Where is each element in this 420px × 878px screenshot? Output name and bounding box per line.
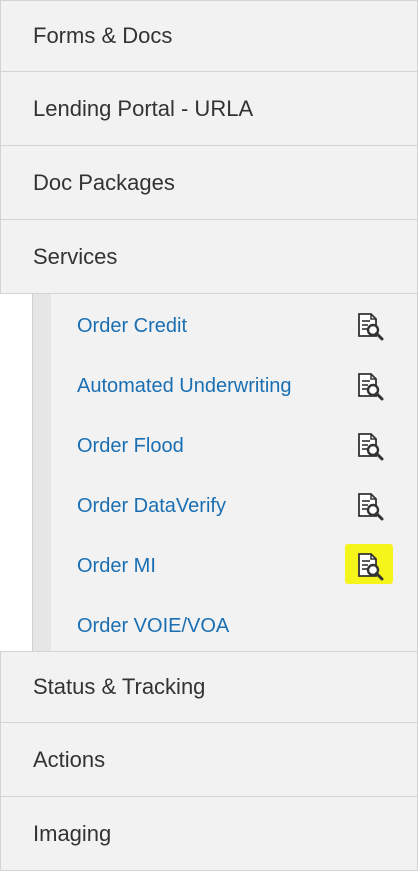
section-lending-portal-urla[interactable]: Lending Portal - URLA: [0, 72, 418, 146]
section-forms-docs[interactable]: Forms & Docs: [0, 0, 418, 72]
section-label: Services: [33, 243, 118, 269]
document-search-icon[interactable]: [355, 432, 385, 462]
section-label: Actions: [33, 746, 106, 772]
services-submenu: Order Credit Automated Underwriting Orde…: [32, 294, 418, 651]
document-search-icon[interactable]: [355, 312, 385, 342]
services-item-order-flood: Order Flood: [51, 416, 417, 476]
section-doc-packages[interactable]: Doc Packages: [0, 146, 418, 220]
services-item-order-credit: Order Credit: [51, 296, 417, 356]
section-status-tracking[interactable]: Status & Tracking: [0, 651, 418, 723]
document-search-icon[interactable]: [355, 552, 385, 582]
services-item-automated-underwriting: Automated Underwriting: [51, 356, 417, 416]
order-dataverify-link[interactable]: Order DataVerify: [77, 495, 226, 518]
section-actions[interactable]: Actions: [0, 723, 418, 797]
left-navigation-panel: Forms & Docs Lending Portal - URLA Doc P…: [0, 0, 418, 878]
section-label: Forms & Docs: [33, 23, 173, 48]
order-mi-link[interactable]: Order MI: [77, 555, 156, 578]
section-label: Status & Tracking: [33, 674, 206, 699]
services-item-order-dataverify: Order DataVerify: [51, 476, 417, 536]
section-label: Lending Portal - URLA: [33, 95, 254, 121]
document-search-icon[interactable]: [355, 372, 385, 402]
order-flood-link[interactable]: Order Flood: [77, 435, 184, 458]
bottom-sections: Status & Tracking Actions Imaging: [0, 651, 418, 871]
section-services[interactable]: Services: [0, 220, 418, 294]
order-voie-voa-link[interactable]: Order VOIE/VOA: [77, 615, 229, 638]
automated-underwriting-link[interactable]: Automated Underwriting: [77, 375, 292, 398]
section-imaging[interactable]: Imaging: [0, 797, 418, 871]
services-item-order-voie-voa: Order VOIE/VOA: [51, 596, 417, 656]
services-item-order-mi: Order MI: [51, 536, 417, 596]
section-label: Imaging: [33, 820, 112, 846]
order-credit-link[interactable]: Order Credit: [77, 315, 187, 338]
section-label: Doc Packages: [33, 169, 175, 195]
document-search-icon[interactable]: [355, 492, 385, 522]
